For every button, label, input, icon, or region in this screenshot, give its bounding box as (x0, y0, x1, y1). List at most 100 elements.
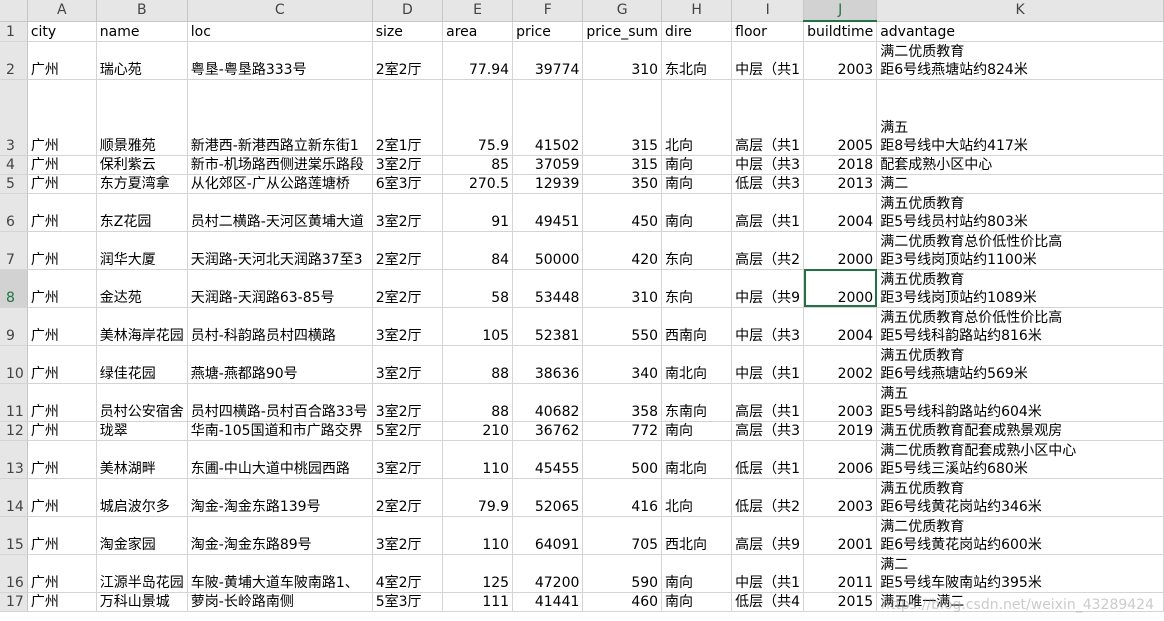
cell-a5[interactable]: 广州 (27, 174, 97, 194)
cell-i16[interactable]: 中层（共1 (731, 554, 805, 593)
cell-d15[interactable]: 3室2厅 (372, 516, 444, 555)
cell-f10[interactable]: 38636 (512, 345, 584, 384)
cell-g14[interactable]: 416 (582, 478, 663, 517)
column-header-a[interactable]: A (27, 0, 97, 22)
cell-b17[interactable]: 万科山景城 (96, 592, 188, 612)
cell-e11[interactable]: 88 (442, 383, 514, 422)
row-header[interactable]: 2 (0, 41, 28, 80)
cell-j11[interactable]: 2003 (803, 383, 878, 422)
cell-a15[interactable]: 广州 (27, 516, 97, 555)
cell-c9[interactable]: 员村-科韵路员村四横路 (187, 307, 373, 346)
cell-b8[interactable]: 金达苑 (96, 269, 188, 308)
cell-j13[interactable]: 2006 (803, 440, 878, 479)
cell-b9[interactable]: 美林海岸花园 (96, 307, 188, 346)
row-header[interactable]: 15 (0, 516, 28, 555)
cell-k4[interactable]: 配套成熟小区中心 (876, 155, 1164, 175)
cell-f7[interactable]: 50000 (512, 231, 584, 270)
row-header[interactable]: 16 (0, 554, 28, 593)
cell-h17[interactable]: 南向 (661, 592, 733, 612)
cell-g8[interactable]: 310 (582, 269, 663, 308)
cell-k17[interactable]: 满五唯一满二 (876, 592, 1164, 612)
column-header-b[interactable]: B (96, 0, 188, 22)
cell-b11[interactable]: 员村公安宿舍 (96, 383, 188, 422)
cell-e15[interactable]: 110 (442, 516, 514, 555)
cell-k15[interactable]: 满二优质教育 距6号线黄花岗站约600米 (876, 516, 1164, 555)
cell-h9[interactable]: 西南向 (661, 307, 733, 346)
cell-i2[interactable]: 中层（共1 (731, 41, 805, 80)
cell-g2[interactable]: 310 (582, 41, 663, 80)
cell-j1[interactable]: buildtime (803, 21, 878, 42)
cell-i12[interactable]: 高层（共3 (731, 421, 805, 441)
cell-b2[interactable]: 瑞心苑 (96, 41, 188, 80)
cell-k12[interactable]: 满五优质教育配套成熟景观房 (876, 421, 1164, 441)
cell-i6[interactable]: 高层（共1 (731, 193, 805, 232)
cell-c10[interactable]: 燕塘-燕都路90号 (187, 345, 373, 384)
cell-i9[interactable]: 中层（共3 (731, 307, 805, 346)
cell-k1[interactable]: advantage (876, 21, 1164, 42)
cell-b15[interactable]: 淘金家园 (96, 516, 188, 555)
row-header[interactable]: 6 (0, 193, 28, 232)
cell-g3[interactable]: 315 (582, 79, 663, 156)
cell-g6[interactable]: 450 (582, 193, 663, 232)
cell-j8[interactable]: 2000 (803, 269, 878, 308)
cell-i15[interactable]: 高层（共9 (731, 516, 805, 555)
cell-j14[interactable]: 2003 (803, 478, 878, 517)
cell-e4[interactable]: 85 (442, 155, 514, 175)
column-header-h[interactable]: H (661, 0, 733, 22)
cell-b1[interactable]: name (96, 21, 188, 42)
cell-a8[interactable]: 广州 (27, 269, 97, 308)
cell-c3[interactable]: 新港西-新港西路立新东街1 (187, 79, 373, 156)
cell-b7[interactable]: 润华大厦 (96, 231, 188, 270)
cell-d9[interactable]: 3室2厅 (372, 307, 444, 346)
cell-e9[interactable]: 105 (442, 307, 514, 346)
cell-a10[interactable]: 广州 (27, 345, 97, 384)
cell-e1[interactable]: area (442, 21, 514, 42)
cell-k16[interactable]: 满二 距5号线车陂南站约395米 (876, 554, 1164, 593)
cell-d17[interactable]: 5室3厅 (372, 592, 444, 612)
cell-i17[interactable]: 低层（共4 (731, 592, 805, 612)
cell-a12[interactable]: 广州 (27, 421, 97, 441)
cell-c13[interactable]: 东圃-中山大道中桃园西路 (187, 440, 373, 479)
cell-h8[interactable]: 东向 (661, 269, 733, 308)
cell-k6[interactable]: 满五优质教育 距5号线员村站约803米 (876, 193, 1164, 232)
cell-j9[interactable]: 2004 (803, 307, 878, 346)
cell-d3[interactable]: 2室1厅 (372, 79, 444, 156)
cell-h3[interactable]: 北向 (661, 79, 733, 156)
cell-f14[interactable]: 52065 (512, 478, 584, 517)
cell-a4[interactable]: 广州 (27, 155, 97, 175)
row-header[interactable]: 8 (0, 269, 28, 308)
cell-k9[interactable]: 满五优质教育总价低性价比高 距5号线科韵路站约816米 (876, 307, 1164, 346)
cell-g1[interactable]: price_sum (582, 21, 663, 42)
cell-h14[interactable]: 北向 (661, 478, 733, 517)
row-header[interactable]: 13 (0, 440, 28, 479)
cell-e8[interactable]: 58 (442, 269, 514, 308)
cell-f3[interactable]: 41502 (512, 79, 584, 156)
cell-a2[interactable]: 广州 (27, 41, 97, 80)
column-header-c[interactable]: C (187, 0, 373, 22)
cell-h10[interactable]: 南北向 (661, 345, 733, 384)
cell-g7[interactable]: 420 (582, 231, 663, 270)
cell-i8[interactable]: 中层（共9 (731, 269, 805, 308)
cell-j17[interactable]: 2015 (803, 592, 878, 612)
row-header[interactable]: 7 (0, 231, 28, 270)
cell-a14[interactable]: 广州 (27, 478, 97, 517)
cell-k13[interactable]: 满二优质教育配套成熟小区中心 距5号线三溪站约680米 (876, 440, 1164, 479)
cell-d7[interactable]: 2室2厅 (372, 231, 444, 270)
cell-j3[interactable]: 2005 (803, 79, 878, 156)
cell-g12[interactable]: 772 (582, 421, 663, 441)
column-header-i[interactable]: I (731, 0, 805, 22)
cell-d2[interactable]: 2室2厅 (372, 41, 444, 80)
cell-j7[interactable]: 2000 (803, 231, 878, 270)
cell-h15[interactable]: 西北向 (661, 516, 733, 555)
cell-j6[interactable]: 2004 (803, 193, 878, 232)
cell-h12[interactable]: 南向 (661, 421, 733, 441)
cell-k11[interactable]: 满五 距5号线科韵路站约604米 (876, 383, 1164, 422)
cell-f15[interactable]: 64091 (512, 516, 584, 555)
cell-f6[interactable]: 49451 (512, 193, 584, 232)
cell-b12[interactable]: 珑翠 (96, 421, 188, 441)
cell-g17[interactable]: 460 (582, 592, 663, 612)
cell-e14[interactable]: 79.9 (442, 478, 514, 517)
cell-e3[interactable]: 75.9 (442, 79, 514, 156)
cell-g9[interactable]: 550 (582, 307, 663, 346)
cell-h6[interactable]: 南向 (661, 193, 733, 232)
